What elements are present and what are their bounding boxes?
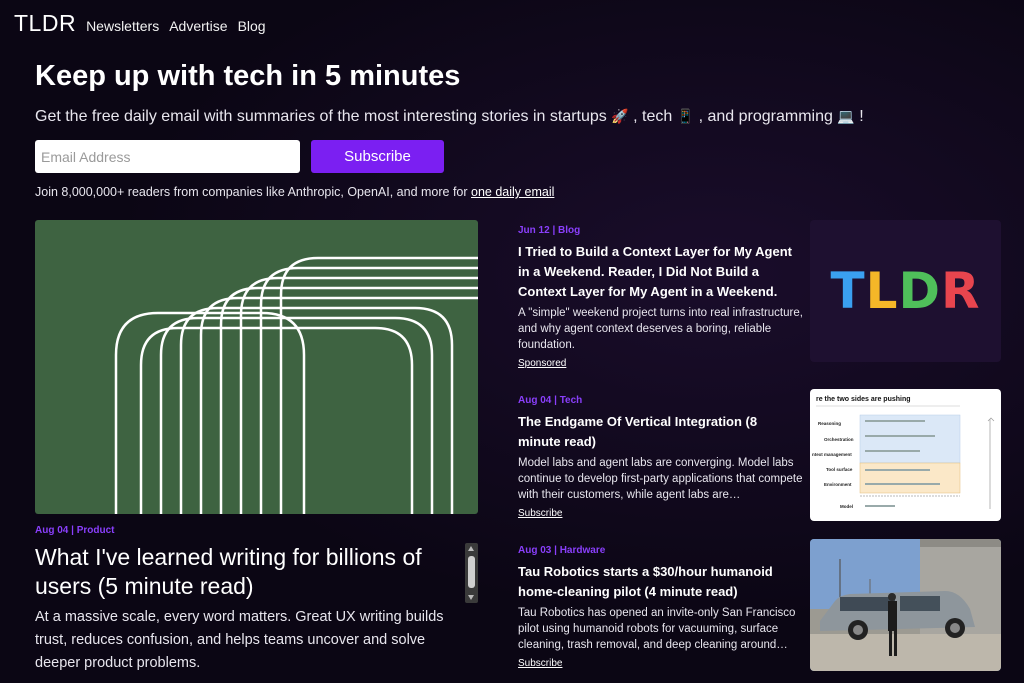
diagram-heading: re the two sides are pushing (816, 396, 911, 403)
story-description: Model labs and agent labs are converging… (518, 457, 803, 501)
subtitle-text: ! (854, 108, 864, 125)
story-meta: Aug 03 | Hardware (518, 545, 606, 556)
subtitle-text: Get the free daily email with summaries … (35, 108, 612, 125)
stacked-cards-illustration (114, 256, 478, 514)
logo-letter: R (940, 262, 981, 320)
one-daily-email-link[interactable]: one daily email (471, 185, 554, 199)
story-description: A "simple" weekend project turns into re… (518, 307, 803, 351)
subtitle-text: , and programming (694, 108, 838, 125)
story-title[interactable]: Tau Robotics starts a $30/hour humanoid … (518, 562, 803, 602)
scroll-thumb[interactable] (468, 556, 475, 588)
logo-letter: L (865, 262, 899, 320)
story-title[interactable]: The Endgame Of Vertical Integration (8 m… (518, 412, 803, 452)
nav-link-blog[interactable]: Blog (238, 18, 266, 34)
story-item: Jun 12 | Blog I Tried to Build a Context… (518, 225, 803, 371)
nav-link-newsletters[interactable]: Newsletters (86, 18, 159, 34)
top-nav: TLDR Newsletters Advertise Blog (14, 10, 266, 37)
logo-letter: D (898, 262, 941, 320)
diagram-row-label: Tool surface (826, 467, 853, 472)
logo-letter: T (830, 262, 866, 320)
subtitle-text: , tech (628, 108, 677, 125)
laptop-icon: 💻 (837, 108, 855, 124)
scroll-down-icon[interactable] (468, 595, 474, 600)
hero-subtitle: Get the free daily email with summaries … (35, 108, 864, 126)
diagram-thumbnail[interactable]: re the two sides are pushing Reasoning O… (810, 389, 1001, 521)
diagram-row-label: Environment (824, 482, 852, 487)
nav-link-advertise[interactable]: Advertise (169, 18, 227, 34)
story-meta: Jun 12 | Blog (518, 225, 581, 236)
feature-title[interactable]: What I've learned writing for billions o… (35, 543, 455, 601)
diagram-row-label: Orchestration (824, 437, 854, 442)
feature-description: At a massive scale, every word matters. … (35, 609, 444, 671)
join-text: Join 8,000,000+ readers from companies l… (35, 185, 554, 199)
phone-icon: 📱 (676, 108, 695, 124)
diagram-row-label: Model (840, 504, 853, 509)
join-label: Join 8,000,000+ readers from companies l… (35, 185, 472, 199)
feature-scrollbar[interactable] (465, 543, 478, 603)
feature-meta: Aug 04 | Product (35, 525, 115, 536)
subscribe-button[interactable]: Subscribe (311, 140, 444, 173)
sponsored-link[interactable]: Sponsored (518, 358, 566, 369)
subscribe-link[interactable]: Subscribe (518, 658, 562, 669)
story-item: Aug 04 | Tech The Endgame Of Vertical In… (518, 395, 803, 521)
feature-image[interactable] (35, 220, 478, 514)
robot-photo-thumbnail[interactable] (810, 539, 1001, 671)
story-title[interactable]: I Tried to Build a Context Layer for My … (518, 242, 803, 302)
hero-title: Keep up with tech in 5 minutes (35, 60, 461, 92)
story-item: Aug 03 | Hardware Tau Robotics starts a … (518, 545, 803, 671)
tldr-color-logo: TLDR (830, 262, 980, 320)
email-input[interactable] (35, 140, 300, 173)
street-photo (810, 539, 1001, 671)
diagram-row-label: ntext management (812, 452, 852, 457)
rocket-icon: 🚀 (611, 108, 629, 124)
vertical-integration-diagram: re the two sides are pushing Reasoning O… (812, 396, 995, 509)
story-meta: Aug 04 | Tech (518, 395, 583, 406)
subscribe-link[interactable]: Subscribe (518, 508, 562, 519)
tldr-thumbnail[interactable]: TLDR (810, 220, 1001, 362)
diagram-row-label: Reasoning (818, 421, 841, 426)
scroll-up-icon[interactable] (468, 546, 474, 551)
story-description: Tau Robotics has opened an invite-only S… (518, 607, 796, 651)
tldr-logo[interactable]: TLDR (14, 10, 76, 37)
